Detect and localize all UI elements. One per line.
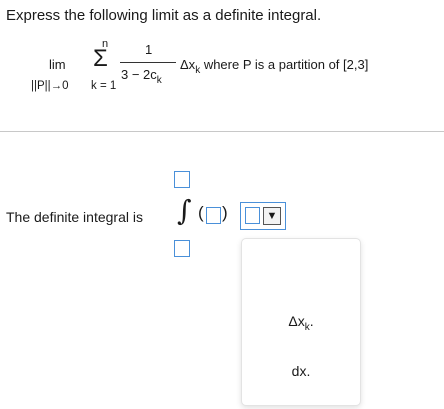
differential-select-value xyxy=(245,207,260,224)
dropdown-option-dx[interactable]: dx. xyxy=(242,363,360,379)
limit-word: lim xyxy=(49,57,66,72)
partition-condition: where P is a partition of [2,3] xyxy=(203,57,369,72)
delta-x-subscript: k xyxy=(195,65,201,76)
fraction-bar xyxy=(120,62,176,63)
differential-dropdown-menu: Δxk. dx. xyxy=(241,238,361,406)
dropdown-option-delta-xk[interactable]: Δxk. xyxy=(242,313,360,333)
lower-limit-input[interactable] xyxy=(174,240,190,257)
question-prompt: Express the following limit as a definit… xyxy=(6,7,322,24)
fraction-denominator-subscript: k xyxy=(156,75,162,86)
option-suffix: . xyxy=(309,313,314,329)
answer-label: The definite integral is xyxy=(6,209,143,225)
option-main: dx. xyxy=(291,363,311,379)
delta-condition: Δxk where P is a partition of [2,3] xyxy=(180,57,368,76)
upper-limit-input[interactable] xyxy=(174,171,190,188)
dropdown-arrow-icon[interactable]: ▼ xyxy=(263,207,281,225)
fraction-denominator-main: 3 − 2c xyxy=(121,67,157,82)
limit-subscript: ||P||→0 xyxy=(31,80,69,92)
paren-open: ( xyxy=(198,203,204,222)
sigma-symbol: Σ xyxy=(93,45,108,72)
sum-lower-bound: k = 1 xyxy=(91,80,117,92)
fraction-numerator: 1 xyxy=(145,42,153,57)
integral-symbol: ∫ xyxy=(177,194,192,227)
paren-close: ) xyxy=(222,203,228,222)
integrand-input[interactable] xyxy=(206,207,221,224)
delta-x: Δx xyxy=(180,57,196,72)
fraction-denominator: 3 − 2ck xyxy=(121,67,162,86)
option-main: Δx xyxy=(288,313,305,329)
section-divider xyxy=(0,131,444,132)
